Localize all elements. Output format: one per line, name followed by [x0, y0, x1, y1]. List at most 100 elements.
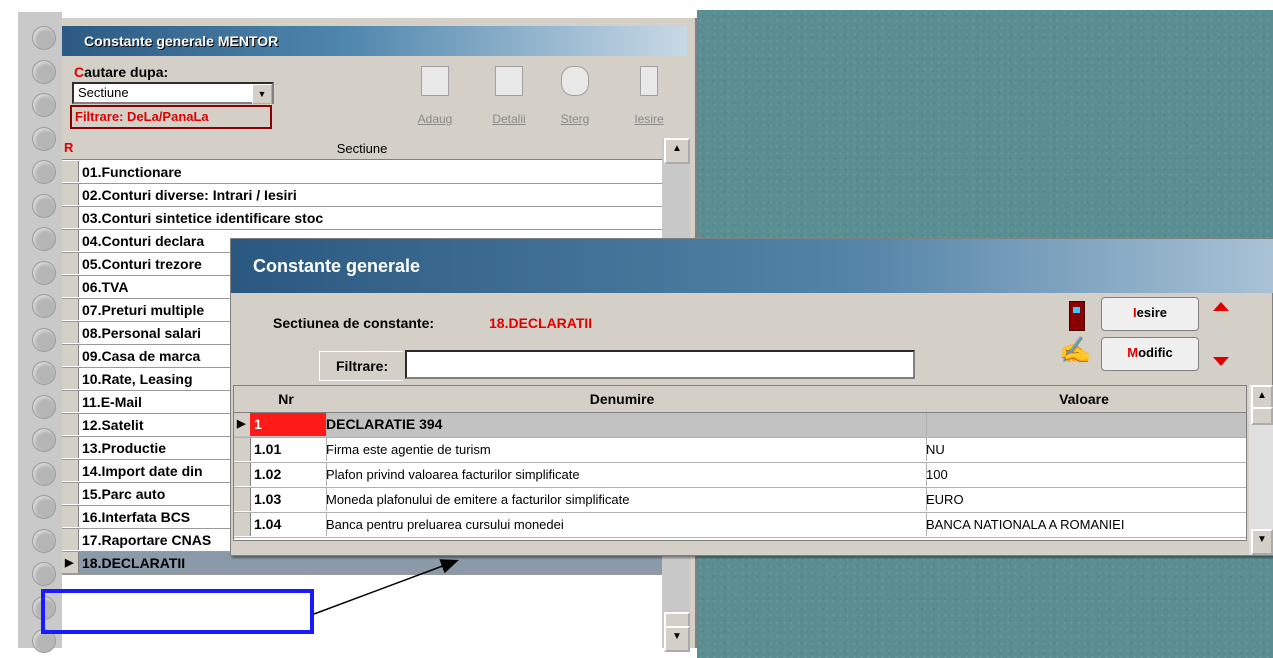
row-indicator — [62, 529, 79, 550]
row-indicator — [62, 253, 79, 274]
modify-button[interactable]: Modific — [1101, 337, 1199, 371]
grid-row-indicator — [234, 488, 251, 511]
row-indicator — [62, 184, 79, 205]
plus-icon: ✣ — [1212, 325, 1228, 345]
filter-input[interactable] — [405, 350, 915, 379]
row-indicator — [62, 437, 79, 458]
section-row-label: 18.DECLARATII — [82, 555, 186, 571]
binding-ring — [32, 93, 56, 117]
grid-row[interactable]: 1.03 Moneda plafonului de emitere a factu… — [234, 488, 1251, 513]
grid-row[interactable]: 1.02 Plafon privind valoarea facturilor s… — [234, 463, 1251, 488]
section-value: 18.DECLARATII — [489, 315, 593, 331]
binding-ring — [32, 327, 56, 352]
cell-denumire: Firma este agentie de turism — [322, 438, 927, 461]
cell-valoare: 100 — [922, 463, 1251, 486]
binding-ring — [32, 495, 56, 519]
exit-button[interactable]: Iesire — [1101, 297, 1199, 331]
add-button[interactable]: Adaug — [410, 66, 460, 132]
column-header-nr[interactable]: Nr — [250, 386, 323, 413]
modify-first: M — [1127, 345, 1139, 360]
add-record-icon — [421, 66, 449, 96]
section-row[interactable]: 01.Functionare — [62, 161, 662, 184]
section-row-label: 05.Conturi trezore — [82, 256, 202, 272]
binding-ring — [32, 126, 56, 151]
section-row-label: 01.Functionare — [82, 164, 182, 180]
row-indicator — [62, 276, 79, 297]
section-row-label: 10.Rate, Leasing — [82, 371, 193, 387]
details-button[interactable]: Detalii — [484, 66, 534, 132]
binding-ring — [32, 294, 56, 318]
grid-scroll-thumb[interactable] — [1251, 407, 1273, 425]
row-indicator — [62, 391, 79, 412]
cell-nr: 1 — [250, 413, 327, 436]
scroll-down-icon[interactable]: ▼ — [664, 626, 690, 652]
dialog-title: Constante generale — [231, 239, 1273, 293]
cell-nr: 1.01 — [250, 438, 327, 461]
row-indicator — [62, 207, 79, 228]
section-row-label: 14.Import date din — [82, 463, 203, 479]
row-indicator — [62, 414, 79, 435]
grid-row-indicator — [234, 463, 251, 486]
grid-scroll-down-icon[interactable]: ▼ — [1251, 529, 1273, 555]
section-row-label: 06.TVA — [82, 279, 129, 295]
column-header-valoare[interactable]: Valoare — [922, 386, 1247, 413]
delete-icon — [561, 66, 589, 96]
binding-ring — [32, 160, 56, 184]
row-indicator — [62, 460, 79, 481]
cell-valoare: BANCA NATIONALA A ROMANIEI — [922, 513, 1251, 536]
section-row-label: 03.Conturi sintetice identificare stoc — [82, 210, 324, 226]
section-row-label: 11.E-Mail — [82, 394, 142, 410]
cell-valoare: NU — [922, 438, 1251, 461]
move-up-icon[interactable] — [1213, 302, 1229, 311]
grid-row[interactable]: 1.04 Banca pentru preluarea cursului mone… — [234, 513, 1251, 538]
section-row[interactable]: 02.Conturi diverse: Intrari / Iesiri — [62, 184, 662, 207]
move-down-icon[interactable] — [1213, 357, 1229, 366]
grid-row-indicator — [234, 513, 251, 536]
chevron-down-icon[interactable]: ▼ — [252, 84, 272, 104]
binding-ring — [32, 59, 56, 84]
column-header-sectiune[interactable]: Sectiune — [62, 141, 662, 156]
grid-indicator-header — [234, 386, 251, 413]
constants-grid: Nr Denumire Valoare 1DECLARATIE 3941.01F… — [233, 385, 1251, 541]
notebook-binding — [18, 12, 62, 653]
section-row[interactable]: 03.Conturi sintetice identificare stoc — [62, 207, 662, 230]
section-row-label: 04.Conturi declara — [82, 233, 205, 249]
search-by-label: Cautare dupa: — [74, 64, 168, 80]
cell-nr: 1.04 — [250, 513, 327, 536]
cell-nr: 1.02 — [250, 463, 327, 486]
section-row-label: 09.Casa de marca — [82, 348, 201, 364]
exit-button[interactable]: Iesire — [624, 66, 674, 132]
search-by-label-first: C — [74, 64, 85, 80]
section-row-label: 16.Interfata BCS — [82, 509, 191, 525]
cell-valoare — [922, 413, 1251, 436]
row-indicator — [62, 483, 79, 504]
column-header-denumire[interactable]: Denumire — [322, 386, 923, 413]
grid-row[interactable]: 1DECLARATIE 394 — [234, 413, 1251, 438]
binding-ring — [32, 26, 56, 50]
search-by-label-rest: autare dupa: — [84, 64, 169, 80]
exit-button-label: Iesire — [634, 112, 664, 126]
binding-ring — [32, 562, 56, 586]
section-row-label: 15.Parc auto — [82, 486, 166, 502]
grid-row[interactable]: 1.01 Firma este agentie de turism NU — [234, 438, 1251, 463]
add-button-label: Adaug — [417, 112, 453, 126]
constants-dialog: Constante generale Sectiunea de constant… — [230, 238, 1273, 556]
row-indicator — [62, 299, 79, 320]
binding-ring — [32, 428, 56, 452]
exit-rest: esire — [1136, 305, 1167, 320]
main-window-title: Constante generale MENTOR — [62, 26, 687, 56]
binding-ring — [32, 227, 56, 251]
grid-row-indicator — [234, 413, 251, 436]
grid-scrollbar[interactable]: ▲ ▼ — [1249, 385, 1273, 555]
row-indicator — [62, 230, 79, 251]
filter-range-button[interactable]: Filtrare: DeLa/PanaLa — [70, 105, 272, 129]
cell-denumire: Plafon privind valoarea facturilor simpl… — [322, 463, 927, 486]
row-indicator — [62, 506, 79, 527]
delete-button[interactable]: Sterg — [550, 66, 600, 132]
scroll-up-icon[interactable]: ▲ — [664, 138, 690, 164]
section-label: Sectiunea de constante: — [273, 315, 435, 331]
grid-row-indicator — [234, 438, 251, 461]
section-row-label: 12.Satelit — [82, 417, 144, 433]
search-by-select[interactable]: Sectiune ▼ — [72, 82, 274, 104]
section-row-label: 17.Raportare CNAS — [82, 532, 212, 548]
